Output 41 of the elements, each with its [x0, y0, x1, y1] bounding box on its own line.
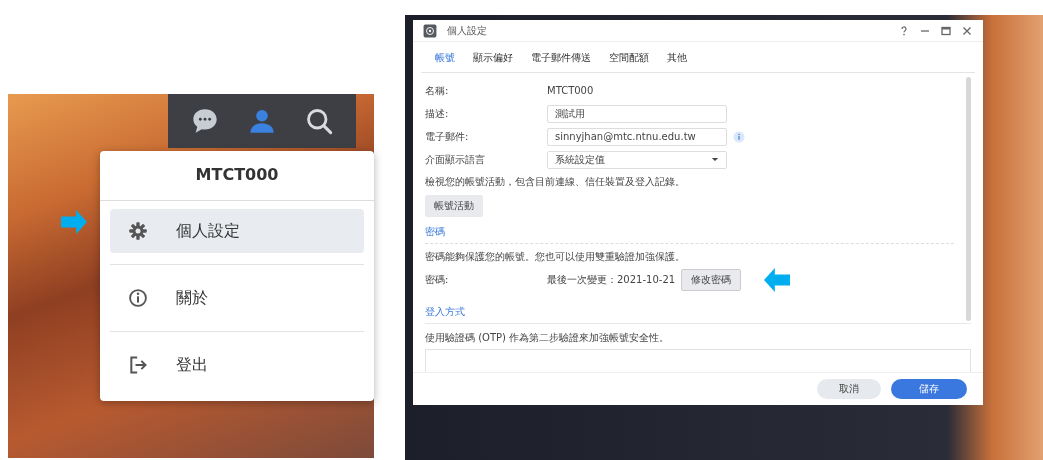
section-heading: 登入方式 [425, 305, 466, 319]
input-field[interactable]: 測試用 [547, 104, 727, 123]
change-password-button[interactable]: 修改密碼 [681, 268, 742, 291]
window-title: 個人設定 [447, 23, 487, 38]
last-changed-text: 最後一次變更：2021-10-21 [547, 272, 676, 287]
description-text: 使用驗證碼 (OTP) 作為第二步驗證來加強帳號安全性。 [425, 331, 671, 345]
tab[interactable]: 電子郵件傳送 [529, 49, 593, 67]
username: MTCT000 [100, 151, 374, 201]
field-label: 密碼: [425, 272, 450, 287]
input-field[interactable]: sinnyjhan@mtc.ntnu.edu.tw [547, 127, 727, 146]
user-icon[interactable] [248, 107, 276, 135]
close-icon[interactable] [961, 24, 973, 37]
cancel-button[interactable]: 取消 [817, 379, 881, 399]
info-icon [128, 288, 148, 308]
caret-icon [711, 157, 719, 162]
account-activity-button[interactable]: 帳號活動 [425, 195, 483, 217]
description-text: 檢視您的帳號活動，包含目前連線、信任裝置及登入記錄。 [425, 175, 686, 189]
logout-icon [128, 355, 148, 375]
save-button[interactable]: 儲存 [891, 379, 967, 399]
search-icon[interactable] [305, 107, 334, 135]
tab[interactable]: 顯示偏好 [471, 49, 515, 67]
dropdown[interactable]: 系統設定值 [547, 150, 727, 169]
field-label: 描述: [425, 106, 450, 121]
maximize-icon[interactable] [940, 24, 952, 37]
gear-icon [128, 221, 148, 241]
scrollbar[interactable] [966, 77, 971, 321]
app-icon [423, 23, 437, 38]
menu-item[interactable]: 關於 [110, 276, 364, 320]
field-label: 介面顯示語言 [425, 152, 486, 167]
tab[interactable]: 帳號 [433, 49, 457, 67]
field-label: 名稱: [425, 83, 450, 98]
info-icon[interactable] [733, 130, 745, 143]
menu-item[interactable]: 登出 [110, 343, 364, 387]
help-icon[interactable] [898, 24, 910, 37]
field-label: 電子郵件: [425, 129, 470, 144]
description-text: 密碼能夠保護您的帳號。您也可以使用雙重驗證加強保護。 [425, 250, 686, 264]
field-value: MTCT000 [547, 85, 594, 96]
section-heading: 密碼 [425, 225, 446, 239]
tab[interactable]: 空間配額 [607, 49, 651, 67]
tab[interactable]: 其他 [665, 49, 689, 67]
chat-bubble-icon[interactable] [190, 107, 219, 135]
